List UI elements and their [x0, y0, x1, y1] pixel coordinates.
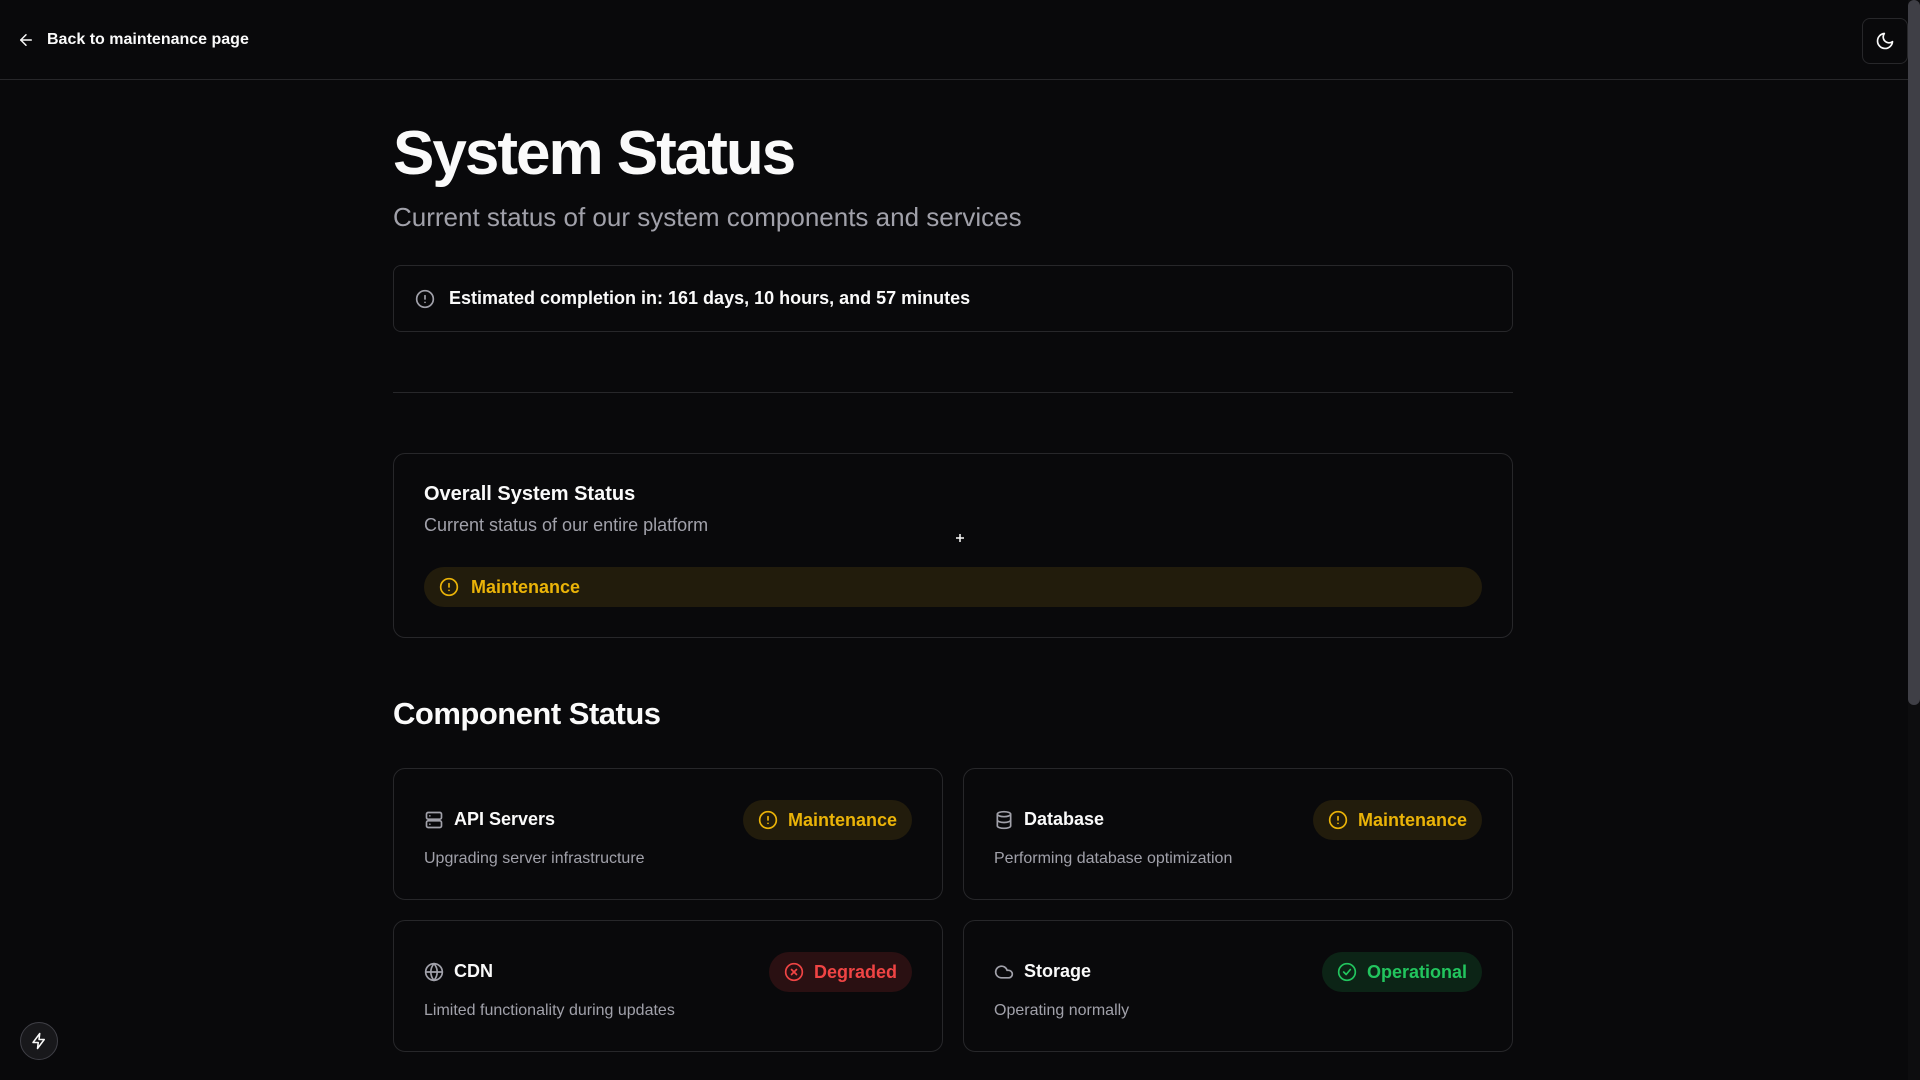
dev-tools-button[interactable] [20, 1022, 58, 1060]
estimated-completion-box: Estimated completion in: 161 days, 10 ho… [393, 265, 1513, 332]
database-icon [996, 810, 1012, 829]
status-badge-label: Maintenance [1357, 809, 1467, 830]
cursor-crosshair-icon [956, 534, 964, 542]
globe-icon [424, 961, 444, 982]
x-circle-icon [784, 962, 804, 982]
component-description: Upgrading server infrastructure [424, 850, 645, 867]
component-name: CDN [454, 961, 493, 981]
component-name: API Servers [454, 809, 556, 829]
top-bar: Back to maintenance page [0, 0, 1908, 80]
moon-icon [1876, 32, 1894, 50]
overall-status-label: Maintenance [471, 576, 581, 597]
overall-status-card: Overall System Status Current status of … [393, 453, 1513, 638]
alert-circle-icon [1328, 810, 1348, 830]
status-badge-label: Operational [1366, 961, 1467, 982]
status-badge-label: Maintenance [787, 809, 897, 830]
component-status-title: Component Status [393, 696, 661, 731]
cloud-icon [994, 964, 1014, 979]
component-card-api-servers: API Servers Upgrading server infrastruct… [393, 768, 943, 900]
overall-status-description: Current status of our entire platform [424, 515, 709, 535]
back-to-maintenance-link[interactable]: Back to maintenance page [17, 26, 249, 54]
arrow-left-icon [20, 34, 32, 46]
back-link-label: Back to maintenance page [47, 31, 249, 48]
alert-circle-icon [758, 810, 778, 830]
status-badge: Maintenance [1312, 800, 1482, 840]
component-card-cdn: CDN Limited functionality during updates… [393, 920, 943, 1052]
estimated-completion-text: Estimated completion in: 161 days, 10 ho… [449, 288, 971, 308]
status-badge: Operational [1321, 952, 1482, 992]
overall-status-title: Overall System Status [424, 483, 636, 505]
theme-toggle-button[interactable] [1862, 18, 1908, 64]
component-description: Performing database optimization [994, 850, 1233, 867]
alert-circle-icon [415, 289, 435, 308]
component-card-storage: Storage Operating normally Operational [963, 920, 1513, 1052]
alert-circle-icon [439, 577, 459, 597]
status-badge: Maintenance [742, 800, 912, 840]
status-badge-label: Degraded [813, 961, 897, 982]
page-subtitle: Current status of our system components … [393, 202, 1022, 232]
check-circle-icon [1337, 962, 1357, 982]
server-icon [425, 811, 443, 828]
component-name: Database [1024, 809, 1105, 829]
divider [393, 392, 1513, 393]
component-description: Operating normally [994, 1002, 1130, 1019]
component-card-database: Database Performing database optimizatio… [963, 768, 1513, 900]
overall-status-bar: Maintenance [424, 567, 1482, 607]
component-name: Storage [1024, 961, 1092, 981]
status-badge: Degraded [768, 952, 912, 992]
lightning-bolt-icon [32, 1032, 45, 1050]
scrollbar-thumb[interactable] [1908, 0, 1920, 705]
page-title: System Status [393, 119, 796, 188]
component-description: Limited functionality during updates [424, 1002, 675, 1019]
